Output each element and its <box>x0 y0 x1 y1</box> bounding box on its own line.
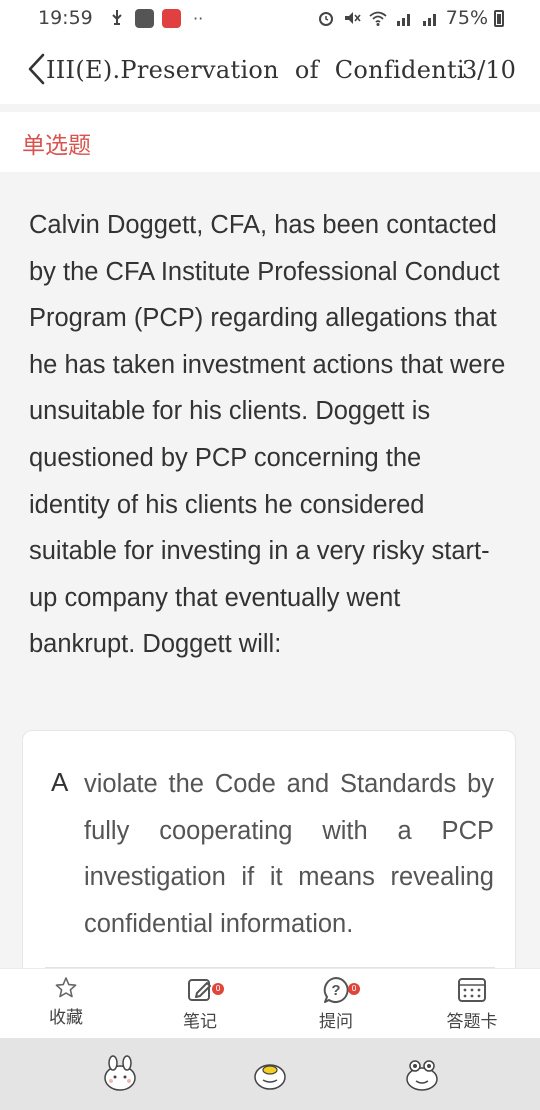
option-letter: A <box>51 767 69 797</box>
question-stem: Calvin Doggett, CFA, has been contacted … <box>29 211 506 659</box>
alarm-icon <box>318 12 333 26</box>
svg-text:?: ? <box>331 982 340 999</box>
securities-app-icon <box>162 8 181 28</box>
question-type-bar: 单选题 <box>0 112 540 172</box>
ask-button[interactable]: ? 0 提问 <box>296 975 376 1035</box>
question-type-label: 单选题 <box>22 133 91 159</box>
star-icon <box>55 977 77 998</box>
notes-button[interactable]: 0 笔记 <box>160 975 240 1035</box>
status-bar: 19:59 ·· 75% <box>0 0 540 38</box>
chick-sticker-icon[interactable] <box>250 1054 290 1094</box>
sticker-bar <box>0 1038 540 1110</box>
screen: 19:59 ·· 75% III(E).Preservation of Conf… <box>0 0 540 1110</box>
mute-icon <box>344 12 361 24</box>
favorite-label: 收藏 <box>49 1008 83 1028</box>
ask-badge: 0 <box>348 983 360 995</box>
edit-note-icon <box>188 979 211 1001</box>
notes-badge: 0 <box>212 983 224 995</box>
answer-sheet-label: 答题卡 <box>446 1012 498 1032</box>
frog-sticker-icon[interactable] <box>402 1054 442 1094</box>
page-title: III(E).Preservation of Confidentiality <box>46 56 466 84</box>
signal-icon-2 <box>422 14 436 26</box>
favorite-button[interactable]: 收藏 <box>26 975 106 1035</box>
wifi-icon <box>369 11 387 26</box>
nav-bar: III(E).Preservation of Confidentiality 3… <box>0 38 540 104</box>
bottom-toolbar: 收藏 0 笔记 ? 0 提问 答题卡 <box>0 968 540 1038</box>
answer-sheet-button[interactable]: 答题卡 <box>432 975 512 1035</box>
back-chevron-icon[interactable] <box>24 52 48 86</box>
app-notification-icon <box>135 8 154 28</box>
battery-icon <box>494 9 504 27</box>
status-time: 19:59 <box>38 7 93 29</box>
usb-icon <box>112 10 122 25</box>
status-system-icons: 75% <box>316 7 504 29</box>
question-progress: 3/10 <box>462 56 516 84</box>
signal-icon <box>396 14 410 26</box>
more-notifications-icon: ·· <box>193 8 204 28</box>
bunny-sticker-icon[interactable] <box>100 1054 140 1094</box>
battery-percent: 75% <box>445 7 488 29</box>
question-bubble-icon: ? <box>323 977 349 1003</box>
ask-label: 提问 <box>319 1012 353 1032</box>
grid-card-icon <box>458 978 486 1002</box>
status-notification-icons: ·· <box>107 8 203 28</box>
option-text: violate the Code and Standards by fully … <box>84 770 494 938</box>
notes-label: 笔记 <box>183 1012 217 1032</box>
